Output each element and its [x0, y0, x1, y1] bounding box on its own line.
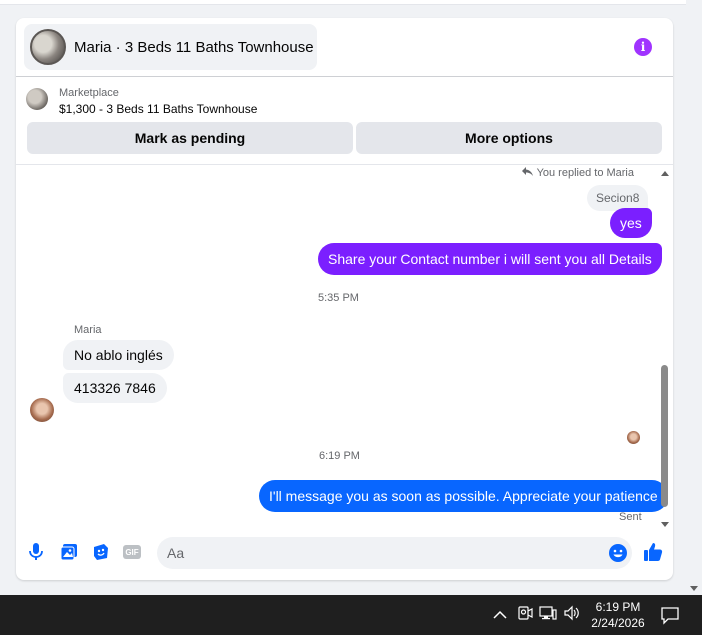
seen-indicator-avatar: [627, 431, 640, 444]
scroll-up-icon[interactable]: [661, 171, 669, 176]
reply-icon: [521, 167, 533, 179]
timestamp: 6:19 PM: [319, 450, 360, 462]
page-scroll-down-icon[interactable]: [690, 586, 698, 591]
camera-privacy-icon[interactable]: [517, 605, 533, 626]
emoji-icon[interactable]: [608, 543, 628, 563]
volume-icon[interactable]: [563, 605, 581, 626]
more-options-button[interactable]: More options: [356, 122, 662, 154]
outgoing-message[interactable]: yes: [610, 208, 652, 238]
message-input-container[interactable]: [157, 537, 632, 569]
incoming-message[interactable]: 413326 7846: [63, 373, 167, 403]
top-strip: [0, 0, 686, 5]
photo-icon[interactable]: [60, 543, 78, 561]
windows-taskbar: 6:19 PM 2/24/2026: [0, 595, 702, 635]
network-icon[interactable]: [539, 605, 557, 626]
chat-window: Maria · 3 Beds 11 Baths Townhouse i Mark…: [16, 18, 673, 580]
notification-icon[interactable]: [659, 604, 681, 626]
conversation-title: Maria · 3 Beds 11 Baths Townhouse: [74, 38, 314, 56]
conversation-header[interactable]: Maria · 3 Beds 11 Baths Townhouse: [24, 24, 317, 70]
gif-icon[interactable]: GIF: [123, 543, 141, 561]
thumbs-up-icon[interactable]: [643, 542, 663, 562]
listing-category: Marketplace: [59, 87, 119, 99]
listing-avatar: [30, 29, 66, 65]
outgoing-message[interactable]: I'll message you as soon as possible. Ap…: [259, 480, 668, 512]
header-divider: [16, 76, 673, 77]
replied-note: You replied to Maria: [521, 167, 634, 179]
sticker-icon[interactable]: [92, 543, 110, 561]
replied-text: You replied to Maria: [536, 167, 634, 179]
listing-summary[interactable]: Marketplace $1,300 - 3 Beds 11 Baths Tow…: [26, 86, 257, 118]
timestamp: 5:35 PM: [318, 292, 359, 304]
listing-title: $1,300 - 3 Beds 11 Baths Townhouse: [59, 102, 258, 116]
message-scrollbar[interactable]: [659, 165, 671, 527]
system-tray: [517, 595, 581, 635]
sender-avatar[interactable]: [30, 398, 54, 422]
info-icon[interactable]: i: [634, 38, 652, 56]
listing-thumbnail: [26, 88, 48, 110]
system-clock[interactable]: 6:19 PM 2/24/2026: [585, 599, 651, 631]
outgoing-message[interactable]: Share your Contact number i will sent yo…: [318, 243, 662, 275]
clock-date: 2/24/2026: [591, 616, 645, 630]
sender-name: Maria: [74, 324, 102, 336]
microphone-icon[interactable]: [27, 543, 45, 561]
message-input[interactable]: [167, 537, 587, 569]
incoming-message[interactable]: No ablo inglés: [63, 340, 174, 370]
show-hidden-icons-chevron-icon[interactable]: [493, 595, 507, 635]
scroll-thumb[interactable]: [661, 365, 668, 507]
message-status: Sent: [619, 511, 642, 523]
scroll-down-icon[interactable]: [661, 522, 669, 527]
mark-as-pending-button[interactable]: Mark as pending: [27, 122, 353, 154]
clock-time: 6:19 PM: [595, 600, 641, 614]
message-list: You replied to Maria Secion8 yes Share y…: [16, 165, 668, 527]
message-composer: GIF: [16, 535, 673, 573]
page-scrollbar[interactable]: [686, 0, 702, 595]
